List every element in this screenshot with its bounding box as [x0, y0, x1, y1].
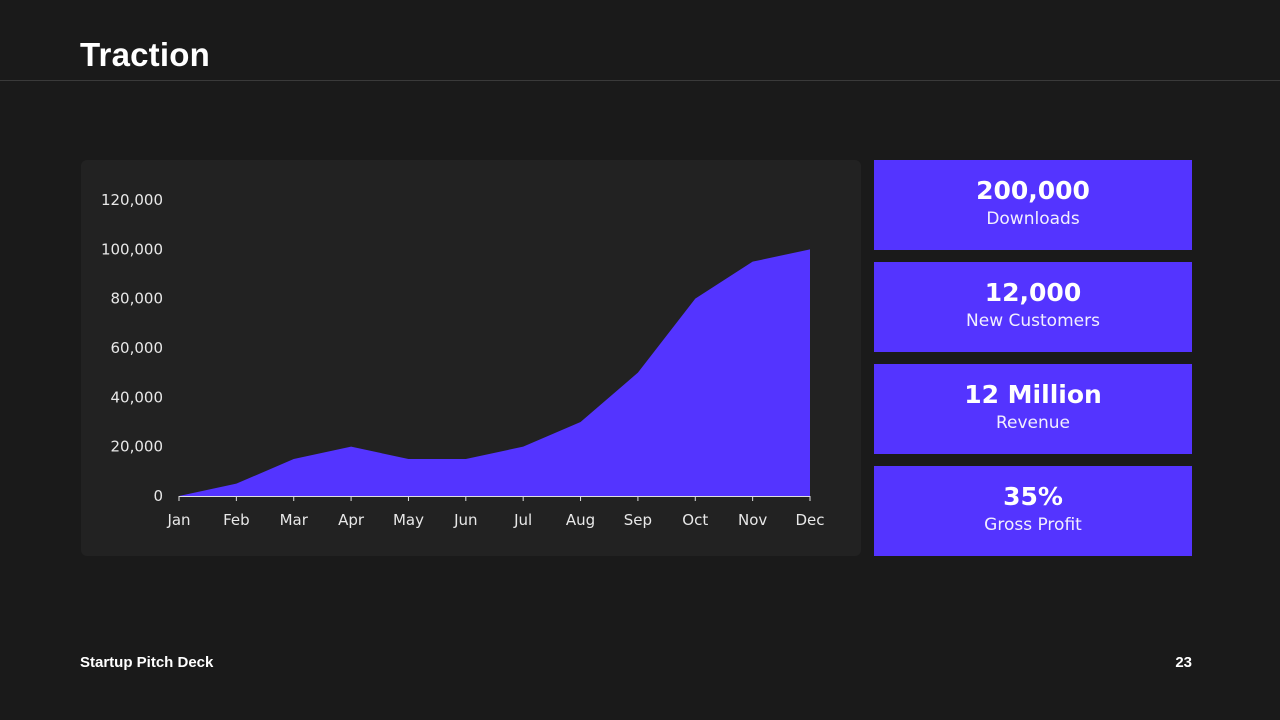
x-tick-label: Mar	[280, 511, 309, 529]
stat-card-downloads: 200,000 Downloads	[874, 160, 1192, 250]
area-series	[179, 249, 810, 496]
y-tick-label: 60,000	[111, 339, 164, 357]
stat-value: 12,000	[984, 278, 1082, 307]
footer-deck-name: Startup Pitch Deck	[80, 654, 214, 671]
stat-value: 12 Million	[964, 380, 1102, 409]
stat-label: Downloads	[986, 209, 1080, 229]
stat-label: New Customers	[966, 311, 1100, 331]
y-tick-label: 20,000	[111, 438, 164, 456]
slide-title: Traction	[80, 36, 210, 73]
y-tick-label: 0	[153, 487, 163, 505]
x-tick-label: Jun	[453, 511, 477, 529]
stat-value: 35%	[1003, 482, 1063, 511]
y-tick-label: 80,000	[111, 290, 164, 308]
page-number: 23	[1175, 654, 1192, 671]
stat-card-revenue: 12 Million Revenue	[874, 364, 1192, 454]
x-tick-label: May	[393, 511, 424, 529]
stat-card-new-customers: 12,000 New Customers	[874, 262, 1192, 352]
x-tick-label: Apr	[338, 511, 365, 529]
x-tick-label: Jan	[166, 511, 190, 529]
x-tick-label: Dec	[795, 511, 824, 529]
x-tick-label: Aug	[566, 511, 595, 529]
x-tick-label: Nov	[738, 511, 767, 529]
y-tick-label: 120,000	[101, 191, 163, 209]
stat-card-gross-profit: 35% Gross Profit	[874, 466, 1192, 556]
x-tick-label: Oct	[682, 511, 708, 529]
stat-value: 200,000	[976, 176, 1090, 205]
y-tick-label: 40,000	[111, 388, 164, 406]
chart-panel: Jan Feb Mar Apr May Jun Jul Aug Sep Oct Nov Dec 0 20,…	[81, 160, 861, 556]
y-tick-label: 100,000	[101, 240, 163, 258]
area-chart: Jan Feb Mar Apr May Jun Jul Aug Sep Oct Nov Dec 0 20,…	[101, 191, 825, 529]
stat-label: Gross Profit	[984, 515, 1082, 535]
title-divider	[0, 80, 1280, 81]
x-tick-label: Sep	[624, 511, 652, 529]
stat-label: Revenue	[995, 413, 1071, 433]
x-tick-label: Feb	[223, 511, 250, 529]
x-tick-label: Jul	[513, 511, 532, 529]
